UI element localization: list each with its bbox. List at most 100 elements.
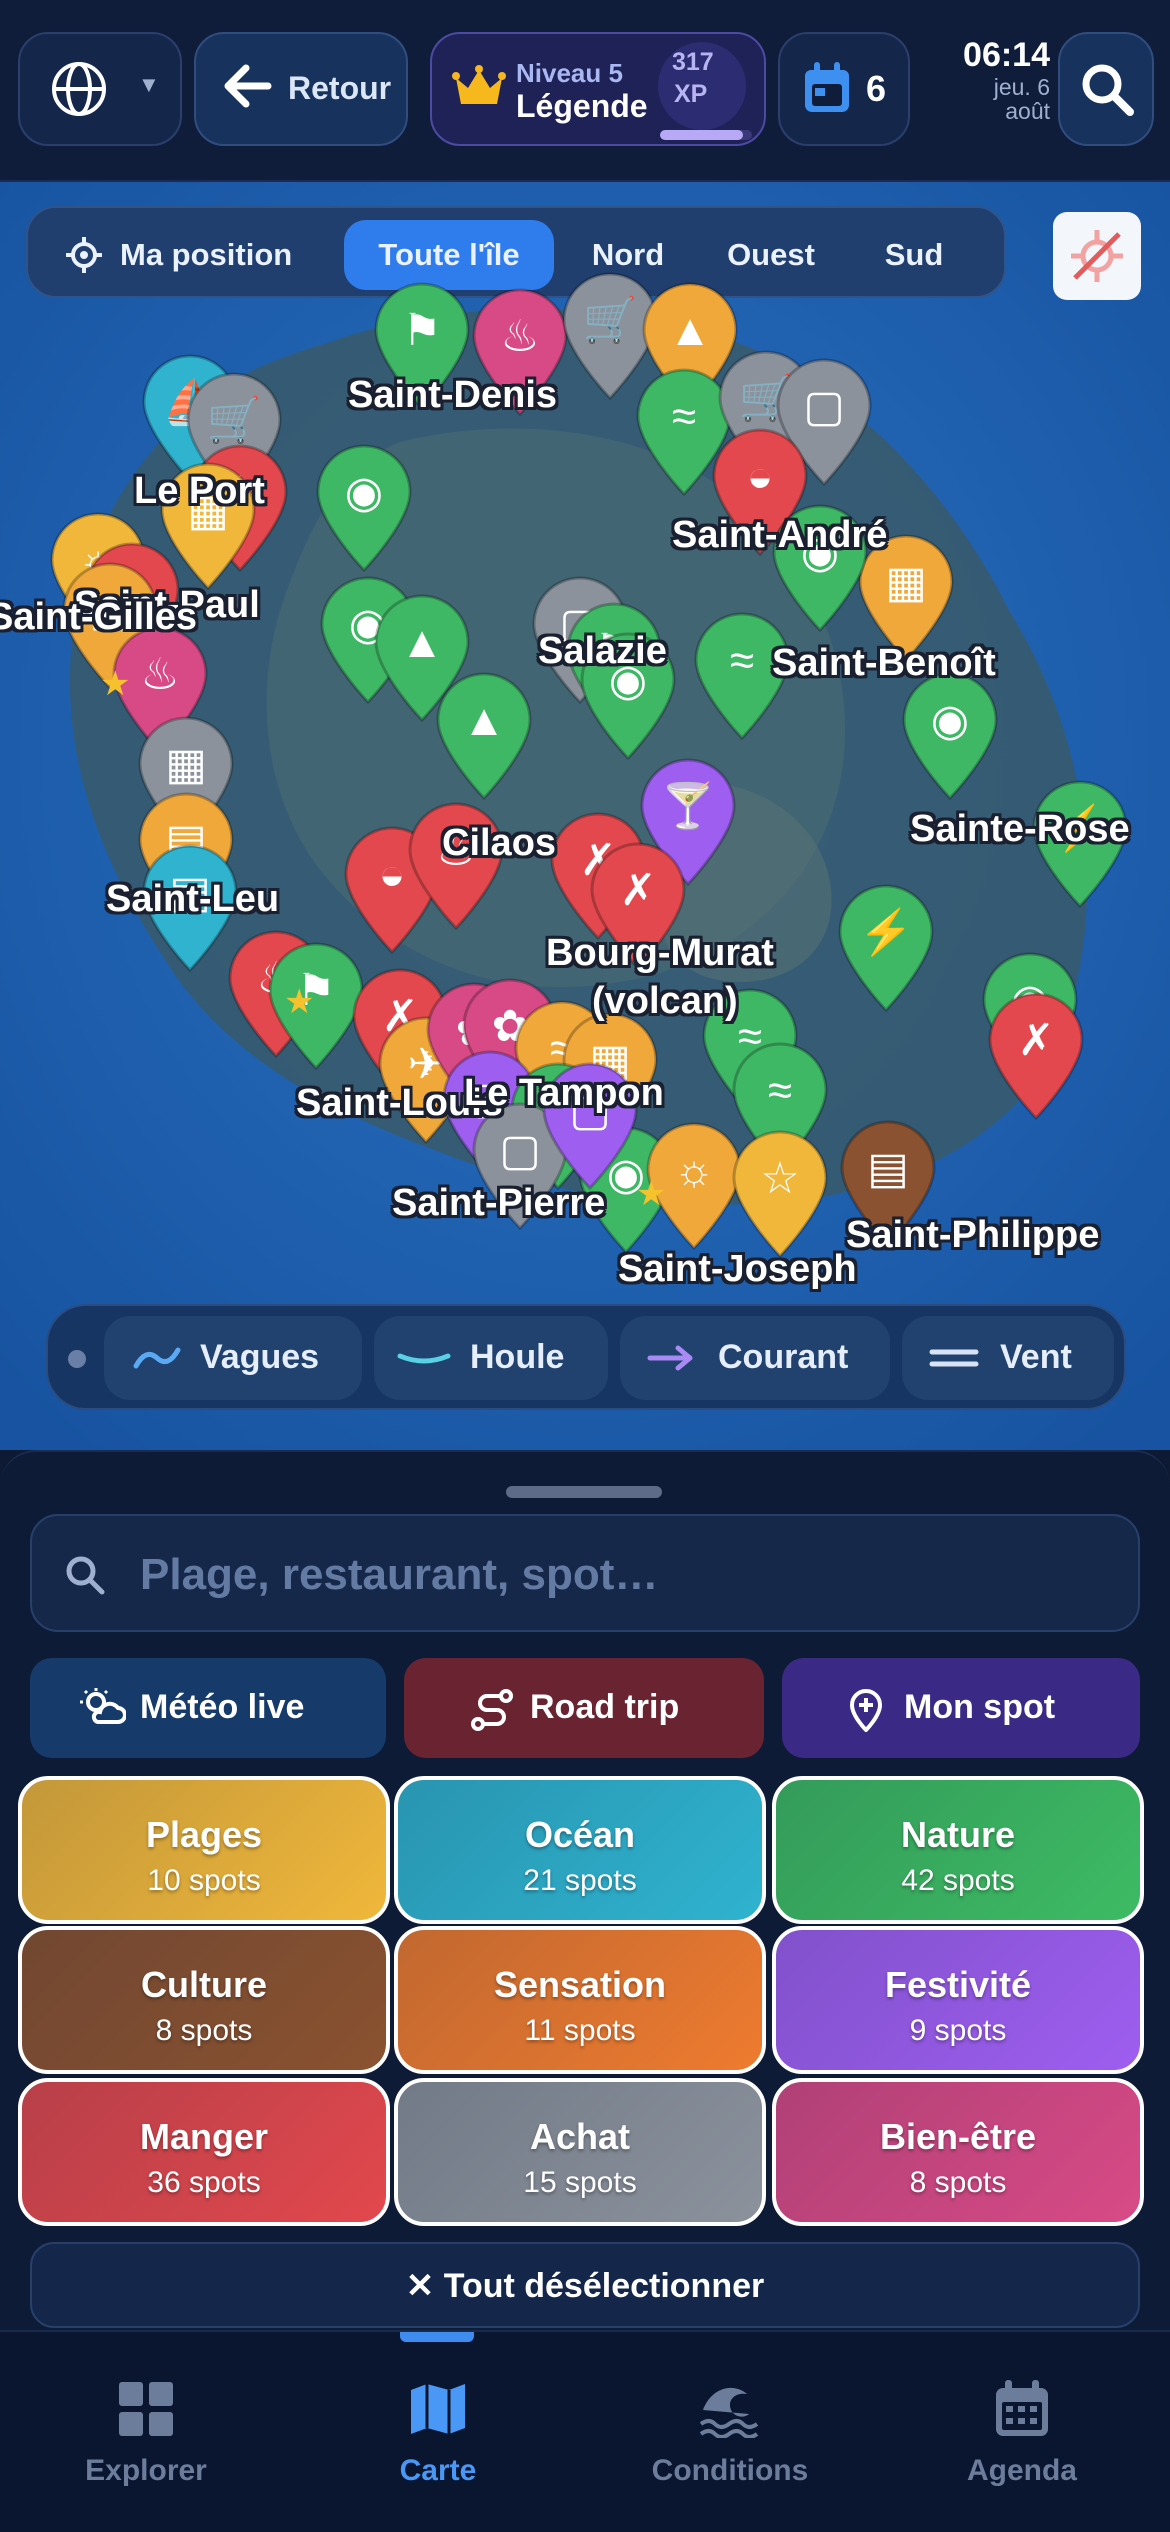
rank-label: Légende (516, 88, 648, 124)
route-icon (471, 1689, 513, 1731)
search-icon (66, 1556, 105, 1595)
city-label: Saint-Gilles (0, 596, 198, 638)
search-input[interactable] (140, 1540, 1100, 1610)
current-arrow-icon (647, 1345, 693, 1371)
filter-label: Ma position (120, 237, 293, 272)
city-label: Saint-Joseph (618, 1248, 857, 1290)
category-count: 11 spots (524, 2014, 636, 2047)
nav-agenda[interactable]: Agenda (892, 2380, 1152, 2488)
city-label: Le Tampon (464, 1072, 664, 1114)
category-name: Sensation (493, 1964, 667, 2005)
xp-progress-bar (660, 130, 752, 140)
map-pin[interactable]: ✗ (986, 992, 1086, 1120)
city-label: Salazie (538, 630, 667, 672)
nav-label: Explorer (85, 2454, 207, 2487)
category-tile-achat[interactable]: Achat 15 spots (394, 2078, 766, 2226)
deselect-label: Tout désélectionner (443, 2267, 765, 2305)
xp-value: 317 (672, 48, 714, 76)
crown-icon (452, 65, 506, 104)
layer-swell-button[interactable]: Houle (374, 1316, 608, 1400)
category-tile-sensation[interactable]: Sensation 11 spots (394, 1926, 766, 2074)
category-count: 9 spots (909, 2014, 1007, 2047)
favorite-star-icon: ★ (284, 983, 315, 1021)
filter-whole-island[interactable]: Toute l'île (344, 220, 554, 290)
city-label: Cilaos (442, 822, 557, 864)
events-button[interactable]: 6 (778, 32, 910, 146)
close-icon: ✕ (405, 2267, 435, 2305)
nav-label: Agenda (966, 2454, 1077, 2487)
search-icon (1082, 64, 1134, 116)
city-label: Saint-Leu (106, 878, 280, 920)
map-pin[interactable]: ▲ (434, 672, 534, 800)
map-pin[interactable]: ☆ (730, 1130, 830, 1258)
map-pin[interactable]: ◉ (900, 672, 1000, 800)
sheet-drag-handle[interactable] (506, 1486, 662, 1498)
category-name: Achat (529, 2116, 631, 2157)
nav-explorer[interactable]: Explorer (16, 2380, 276, 2488)
app-root: ▼ Retour Niveau 5 Légende 317 XP 6 06:14… (0, 0, 1170, 2532)
category-tile-bien-être[interactable]: Bien-être 8 spots (772, 2078, 1144, 2226)
city-label: Saint-Philippe (846, 1214, 1100, 1256)
category-name: Culture (141, 1964, 267, 2005)
language-button[interactable]: ▼ (18, 32, 182, 146)
filter-south[interactable]: Sud (854, 220, 974, 290)
category-tile-culture[interactable]: Culture 8 spots (18, 1926, 390, 2074)
map-pin[interactable]: ◉ (314, 444, 414, 572)
deselect-all-button[interactable]: ✕ Tout désélectionner (30, 2242, 1140, 2328)
category-count: 42 spots (901, 1864, 1015, 1897)
level-badge[interactable]: Niveau 5 Légende 317 XP (430, 32, 766, 146)
category-name: Océan (524, 1814, 636, 1855)
city-label: Saint-Pierre (392, 1182, 606, 1224)
nav-label: Conditions (651, 2454, 809, 2487)
live-weather-label: Météo live (140, 1688, 305, 1726)
filter-my-position[interactable]: Ma position (44, 220, 330, 290)
category-name: Bien-être (879, 2116, 1037, 2157)
back-button[interactable]: Retour (194, 32, 408, 146)
clock-time: 06:14 (963, 36, 1050, 74)
my-spot-button[interactable]: Mon spot (782, 1658, 1140, 1758)
arrow-left-icon (224, 64, 272, 108)
waves-icon (699, 2387, 759, 2438)
road-trip-button[interactable]: Road trip (404, 1658, 764, 1758)
map-view[interactable]: Ma position Toute l'île Nord Ouest Sud ⚑… (0, 182, 1170, 1450)
events-count: 6 (866, 68, 887, 109)
map-pin[interactable]: ⚡ (836, 884, 936, 1012)
layer-current-button[interactable]: Courant (620, 1316, 890, 1400)
grid-icon (119, 2382, 173, 2436)
location-off-icon (1071, 230, 1123, 282)
pin-plus-icon (849, 1689, 883, 1732)
filter-west[interactable]: Ouest (704, 220, 838, 290)
category-tile-manger[interactable]: Manger 36 spots (18, 2078, 390, 2226)
category-tile-nature[interactable]: Nature 42 spots (772, 1776, 1144, 1924)
xp-unit: XP (674, 80, 708, 108)
nav-conditions[interactable]: Conditions (600, 2380, 860, 2488)
bottom-nav: Explorer Carte Conditions Agenda (0, 2330, 1170, 2532)
layer-wind-button[interactable]: Vent (902, 1316, 1114, 1400)
city-label: Le Port (134, 470, 265, 512)
category-count: 10 spots (147, 1864, 261, 1897)
layer-label: Courant (718, 1338, 849, 1376)
clock-month: août (1005, 98, 1050, 124)
layer-waves-button[interactable]: Vagues (104, 1316, 362, 1400)
nav-map[interactable]: Carte (308, 2380, 568, 2488)
category-name: Festivité (884, 1964, 1032, 2005)
category-count: 21 spots (523, 1864, 637, 1897)
sun-cloud-icon (80, 1688, 126, 1724)
calendar-icon (996, 2380, 1048, 2436)
wave-icon (133, 1347, 181, 1369)
globe-icon (52, 62, 106, 116)
category-tile-océan[interactable]: Océan 21 spots (394, 1776, 766, 1924)
chevron-down-icon: ▼ (138, 72, 160, 97)
nav-label: Carte (399, 2454, 477, 2487)
live-weather-button[interactable]: Météo live (30, 1658, 386, 1758)
favorite-star-icon: ★ (636, 1175, 667, 1213)
category-tile-plages[interactable]: Plages 10 spots (18, 1776, 390, 1924)
clock: 06:14 jeu. 6 août (920, 36, 1050, 123)
search-button[interactable] (1058, 32, 1154, 146)
calendar-icon (805, 62, 849, 112)
city-label: Saint-Denis (348, 374, 558, 416)
category-tile-festivité[interactable]: Festivité 9 spots (772, 1926, 1144, 2074)
swell-icon (397, 1353, 451, 1364)
location-off-button[interactable] (1053, 212, 1141, 300)
city-label: Saint-André (672, 514, 888, 556)
